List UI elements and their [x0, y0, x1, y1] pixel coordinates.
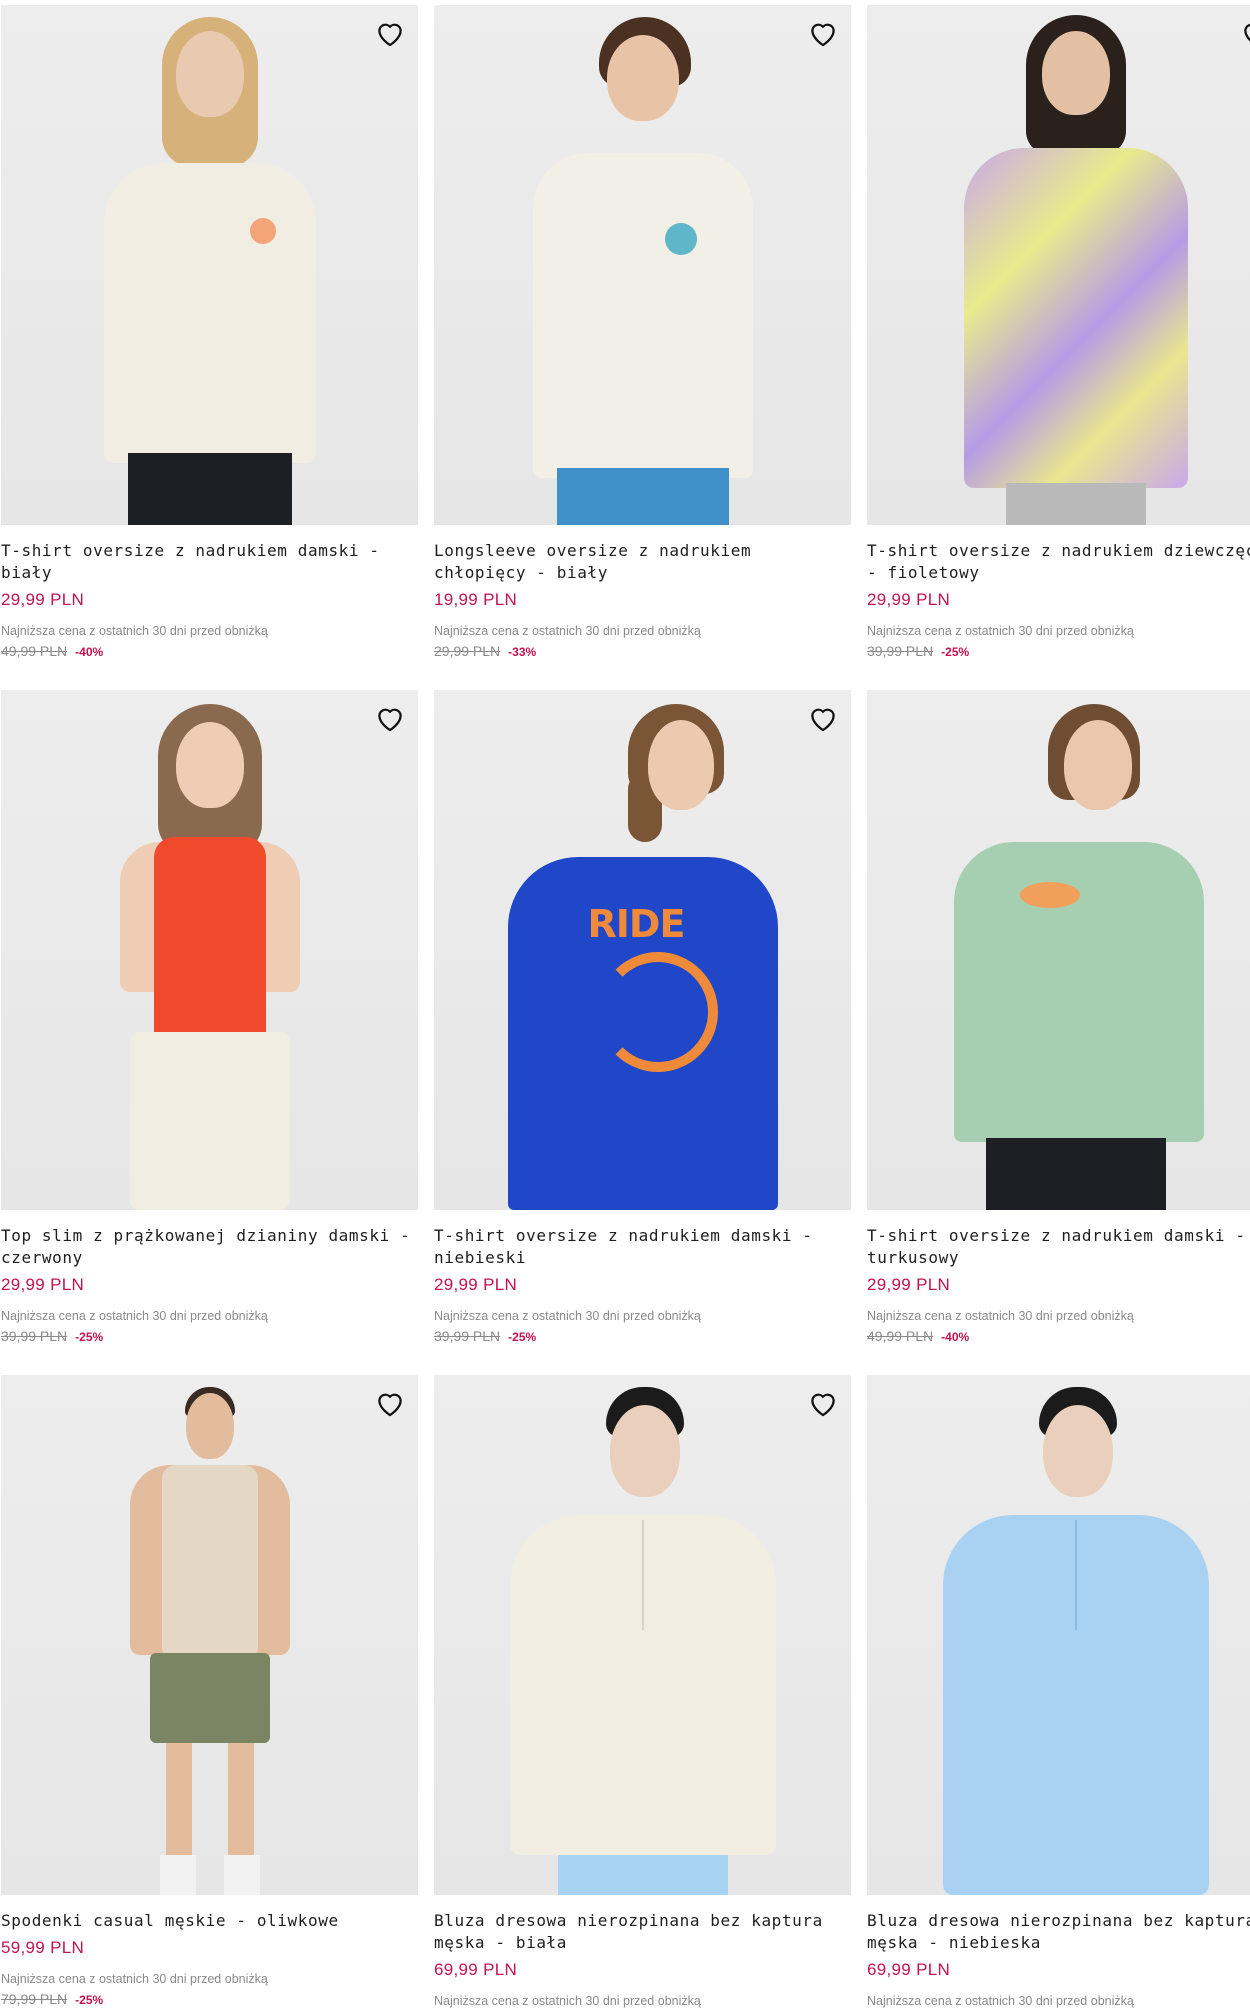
product-price: 29,99 PLN — [867, 590, 951, 609]
product-name[interactable]: T-shirt oversize z nadrukiem damski - ni… — [434, 1225, 851, 1269]
product-card[interactable]: RIDE T-shirt oversize z nadrukiem damski… — [434, 690, 851, 1344]
old-price: 29,99 PLN — [434, 643, 501, 659]
product-card[interactable]: T-shirt oversize z nadrukiem damski - bi… — [1, 5, 418, 659]
product-image[interactable] — [1, 5, 418, 525]
heart-outline-icon — [378, 1393, 402, 1417]
product-name[interactable]: T-shirt oversize z nadrukiem damski - tu… — [867, 1225, 1250, 1269]
favorite-button[interactable] — [805, 700, 841, 736]
lowest-price-label: Najniższa cena z ostatnich 30 dni przed … — [434, 1309, 701, 1323]
product-card[interactable]: T-shirt oversize z nadrukiem dziewczęcy … — [867, 5, 1250, 659]
lowest-price-label: Najniższa cena z ostatnich 30 dni przed … — [434, 1994, 701, 2008]
product-card[interactable]: Longsleeve oversize z nadrukiem chłopięc… — [434, 5, 851, 659]
product-name[interactable]: Spodenki casual męskie - oliwkowe — [1, 1910, 418, 1932]
favorite-button[interactable] — [805, 1385, 841, 1421]
heart-outline-icon — [811, 708, 835, 732]
product-image[interactable] — [434, 1375, 851, 1895]
discount-badge: -25% — [75, 1993, 104, 2007]
discount-badge: -33% — [508, 645, 537, 659]
old-price: 39,99 PLN — [434, 1328, 501, 1344]
model-figure — [498, 1385, 788, 1895]
old-price-row: 39,99 PLN -25% — [1, 1328, 418, 1344]
product-name[interactable]: T-shirt oversize z nadrukiem dziewczęcy … — [867, 540, 1250, 584]
product-image[interactable] — [867, 1375, 1250, 1895]
product-price: 69,99 PLN — [434, 1960, 518, 1979]
lowest-price-label: Najniższa cena z ostatnich 30 dni przed … — [1, 1972, 268, 1986]
favorite-button[interactable] — [1238, 15, 1250, 51]
product-name[interactable]: Top slim z prążkowanej dzianiny damski -… — [1, 1225, 418, 1269]
product-image[interactable] — [867, 5, 1250, 525]
old-price-row: 39,99 PLN -25% — [434, 1328, 851, 1344]
lowest-price-label: Najniższa cena z ostatnich 30 dni przed … — [867, 1994, 1134, 2008]
product-price: 29,99 PLN — [434, 1275, 518, 1294]
favorite-button[interactable] — [372, 700, 408, 736]
model-figure — [80, 702, 340, 1210]
model-figure — [946, 13, 1206, 525]
product-card[interactable]: Bluza dresowa nierozpinana bez kaptura m… — [434, 1375, 851, 2008]
product-image[interactable] — [1, 690, 418, 1210]
product-image[interactable] — [434, 5, 851, 525]
product-name[interactable]: T-shirt oversize z nadrukiem damski - bi… — [1, 540, 418, 584]
product-price: 29,99 PLN — [1, 1275, 85, 1294]
product-price: 59,99 PLN — [1, 1938, 85, 1957]
lowest-price-label: Najniższa cena z ostatnich 30 dni przed … — [434, 624, 701, 638]
favorite-button[interactable] — [372, 1385, 408, 1421]
product-price: 19,99 PLN — [434, 590, 518, 609]
product-name[interactable]: Bluza dresowa nierozpinana bez kaptura m… — [867, 1910, 1250, 1954]
old-price: 49,99 PLN — [867, 1328, 934, 1344]
model-figure — [513, 13, 773, 525]
model-figure — [80, 13, 340, 525]
discount-badge: -40% — [941, 1330, 970, 1344]
favorite-button[interactable] — [372, 15, 408, 51]
favorite-button[interactable] — [805, 15, 841, 51]
product-card[interactable]: Bluza dresowa nierozpinana bez kaptura m… — [867, 1375, 1250, 2008]
product-image[interactable]: RIDE — [434, 690, 851, 1210]
product-name[interactable]: Bluza dresowa nierozpinana bez kaptura m… — [434, 1910, 851, 1954]
product-image[interactable] — [867, 690, 1250, 1210]
discount-badge: -25% — [75, 1330, 104, 1344]
old-price-row: 39,99 PLN -25% — [867, 643, 1250, 659]
product-card[interactable]: Spodenki casual męskie - oliwkowe 59,99 … — [1, 1375, 418, 2007]
model-figure — [936, 702, 1216, 1210]
product-price: 29,99 PLN — [867, 1275, 951, 1294]
old-price-row: 49,99 PLN -40% — [1, 643, 418, 659]
discount-badge: -25% — [941, 645, 970, 659]
product-card[interactable]: Top slim z prążkowanej dzianiny damski -… — [1, 690, 418, 1344]
discount-badge: -40% — [75, 645, 104, 659]
heart-outline-icon — [378, 708, 402, 732]
old-price: 39,99 PLN — [1, 1328, 68, 1344]
lowest-price-label: Najniższa cena z ostatnich 30 dni przed … — [1, 1309, 268, 1323]
lowest-price-label: Najniższa cena z ostatnich 30 dni przed … — [867, 624, 1134, 638]
discount-badge: -25% — [508, 1330, 537, 1344]
old-price-row: 79,99 PLN -25% — [1, 1991, 418, 2007]
product-image[interactable] — [1, 1375, 418, 1895]
lowest-price-label: Najniższa cena z ostatnich 30 dni przed … — [1, 624, 268, 638]
product-price: 29,99 PLN — [1, 590, 85, 609]
heart-outline-icon — [811, 1393, 835, 1417]
old-price: 39,99 PLN — [867, 643, 934, 659]
product-card[interactable]: T-shirt oversize z nadrukiem damski - tu… — [867, 690, 1250, 1344]
heart-outline-icon — [811, 23, 835, 47]
old-price-row: 49,99 PLN -40% — [867, 1328, 1250, 1344]
product-name[interactable]: Longsleeve oversize z nadrukiem chłopięc… — [434, 540, 851, 584]
product-grid: T-shirt oversize z nadrukiem damski - bi… — [0, 0, 1250, 2014]
heart-outline-icon — [1244, 23, 1250, 42]
product-price: 69,99 PLN — [867, 1960, 951, 1979]
old-price-row: 29,99 PLN -33% — [434, 643, 851, 659]
model-figure — [100, 1385, 320, 1895]
heart-outline-icon — [378, 23, 402, 47]
model-figure: RIDE — [498, 702, 788, 1210]
old-price: 79,99 PLN — [1, 1991, 68, 2007]
old-price: 49,99 PLN — [1, 643, 68, 659]
model-figure — [931, 1385, 1221, 1895]
lowest-price-label: Najniższa cena z ostatnich 30 dni przed … — [867, 1309, 1134, 1323]
